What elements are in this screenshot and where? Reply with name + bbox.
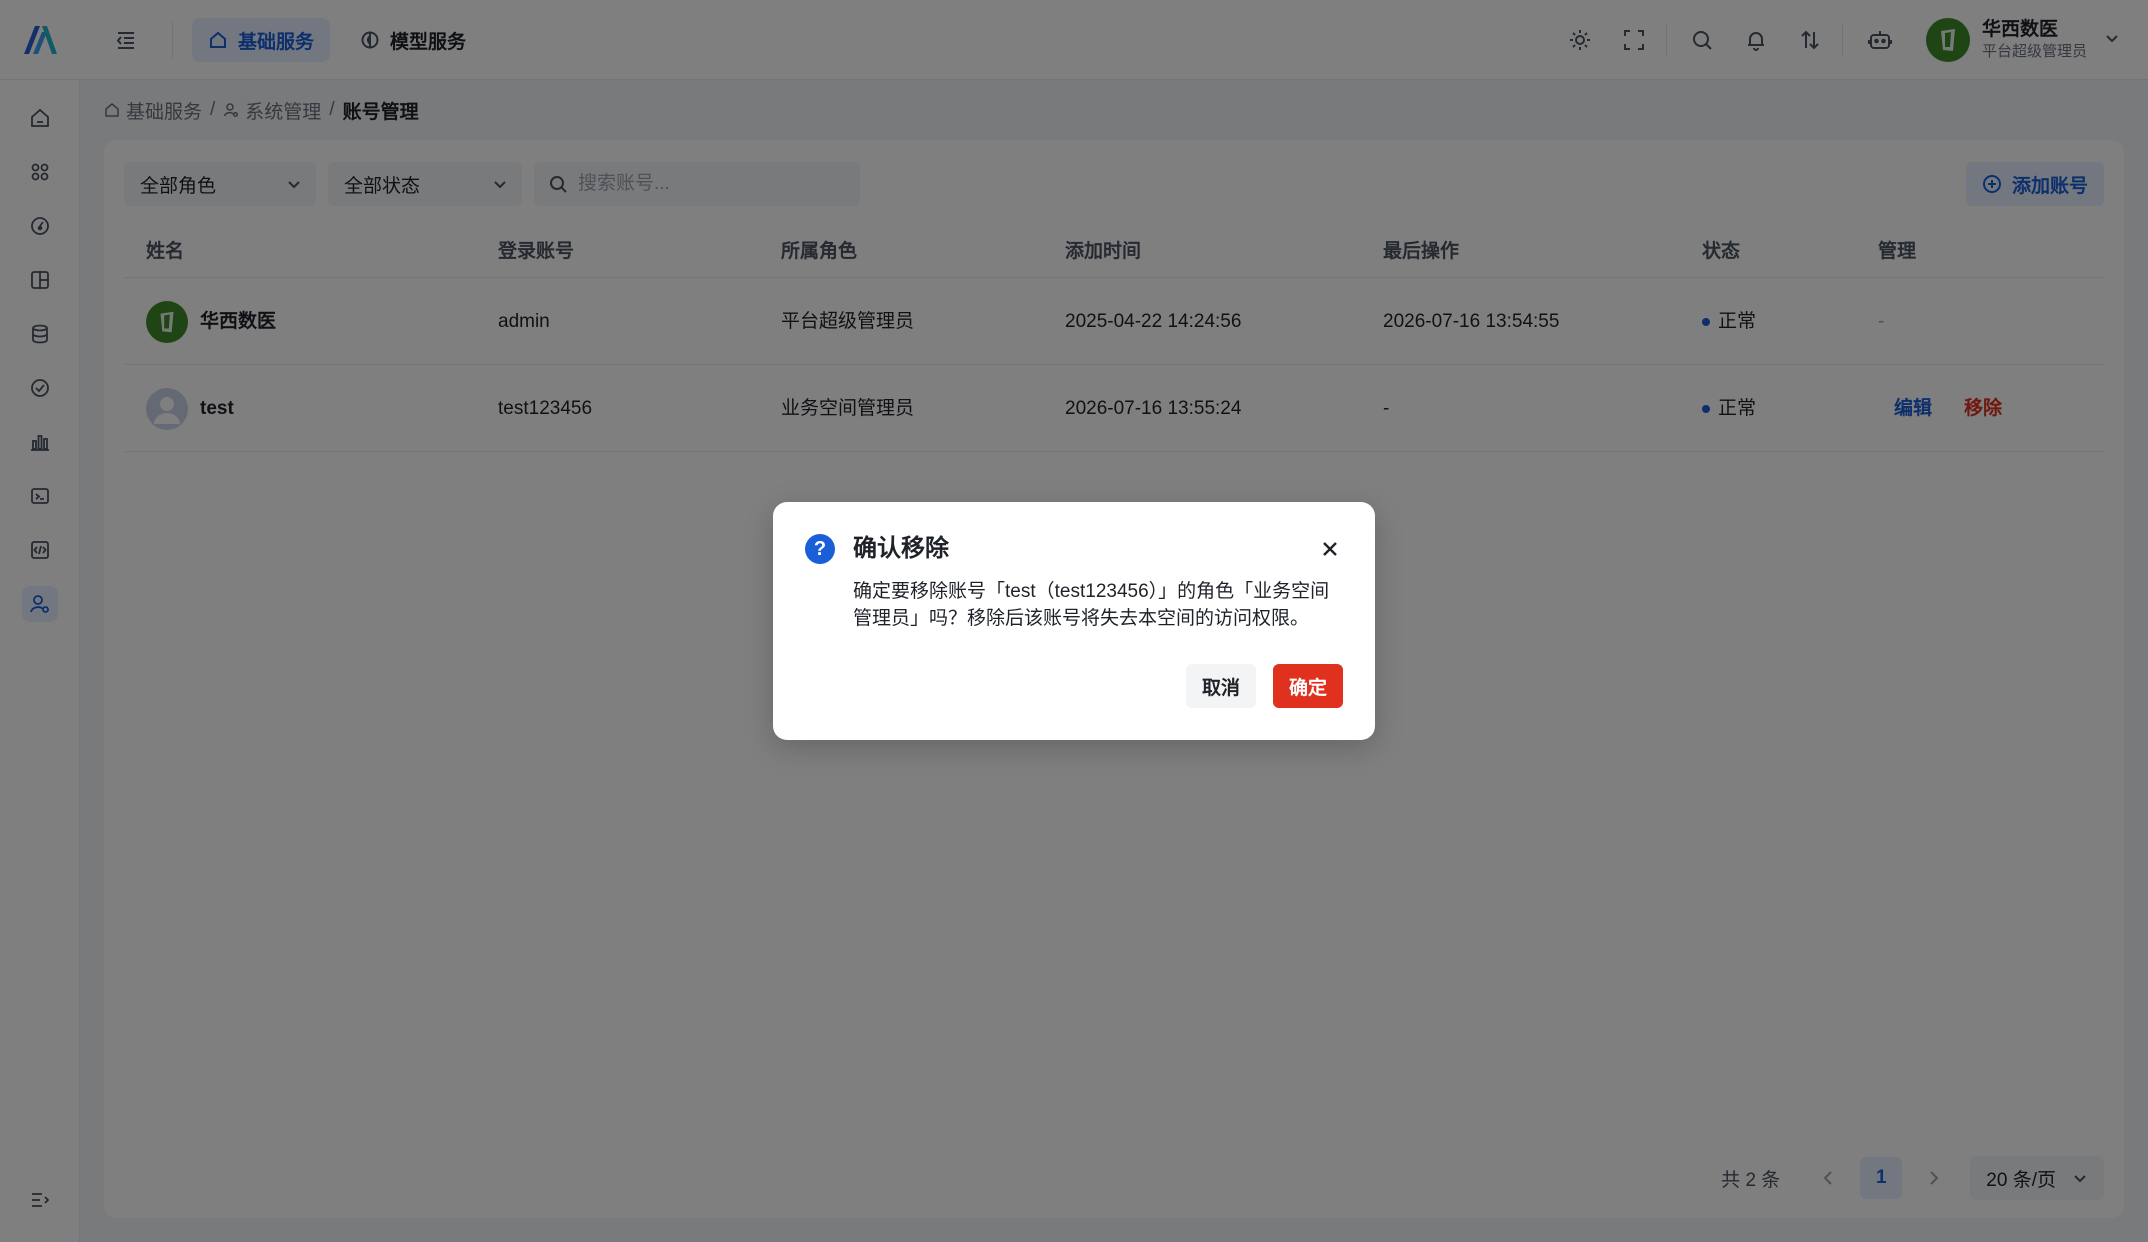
confirm-remove-dialog: ? 确认移除 确定要移除账号「test（test123456）」的角色「业务空间… (773, 502, 1375, 740)
confirm-button[interactable]: 确定 (1273, 664, 1343, 708)
question-icon: ? (805, 534, 835, 564)
cancel-button[interactable]: 取消 (1186, 664, 1256, 708)
close-icon[interactable] (1319, 538, 1341, 560)
dialog-message: 确定要移除账号「test（test123456）」的角色「业务空间管理员」吗？移… (853, 581, 1330, 629)
dialog-title: 确认移除 (853, 535, 949, 562)
